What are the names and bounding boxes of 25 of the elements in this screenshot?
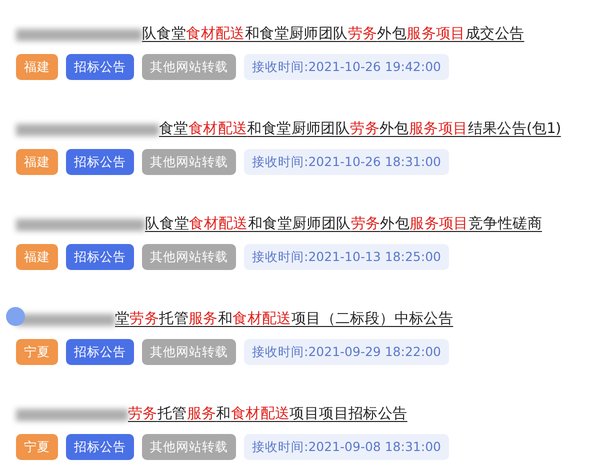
received-time: 接收时间:2021-10-26 18:31:00 <box>244 149 449 175</box>
announcement-title-link[interactable]: 堂劳务托管服务和食材配送项目（二标段）中标公告 <box>115 309 454 329</box>
source-tag: 其他网站转载 <box>142 339 236 365</box>
announcement-title-link[interactable]: 食堂食材配送和食堂厨师团队劳务外包服务项目 结果公告(包1) <box>159 119 561 139</box>
received-time: 接收时间:2021-10-26 19:42:00 <box>244 54 449 80</box>
source-tag: 其他网站转载 <box>142 244 236 270</box>
received-time: 接收时间:2021-09-29 18:22:00 <box>244 339 449 365</box>
region-tag: 福建 <box>16 149 58 175</box>
region-tag: 福建 <box>16 244 58 270</box>
announcement-title-link[interactable]: 劳务托管服务和食材配送项目项目招标公告 <box>128 404 408 424</box>
category-tag: 招标公告 <box>66 244 134 270</box>
category-tag: 招标公告 <box>66 434 134 460</box>
category-tag: 招标公告 <box>66 54 134 80</box>
category-tag: 招标公告 <box>66 339 134 365</box>
source-tag: 其他网站转载 <box>142 434 236 460</box>
source-tag: 其他网站转载 <box>142 54 236 80</box>
received-time: 接收时间:2021-10-13 18:25:00 <box>244 244 449 270</box>
announcement-title-link[interactable]: 队食堂食材配送和食堂厨师团队劳务外包服务项目 竞争性磋商 <box>145 214 542 234</box>
received-time: 接收时间:2021-09-08 18:31:00 <box>244 434 449 460</box>
category-tag: 招标公告 <box>66 149 134 175</box>
region-tag: 宁夏 <box>16 434 58 460</box>
announcement-title-link[interactable]: 队食堂食材配送和食堂厨师团队劳务外包服务项目 成交公告 <box>142 24 524 44</box>
source-tag: 其他网站转载 <box>142 149 236 175</box>
region-tag: 福建 <box>16 54 58 80</box>
region-tag: 宁夏 <box>16 339 58 365</box>
